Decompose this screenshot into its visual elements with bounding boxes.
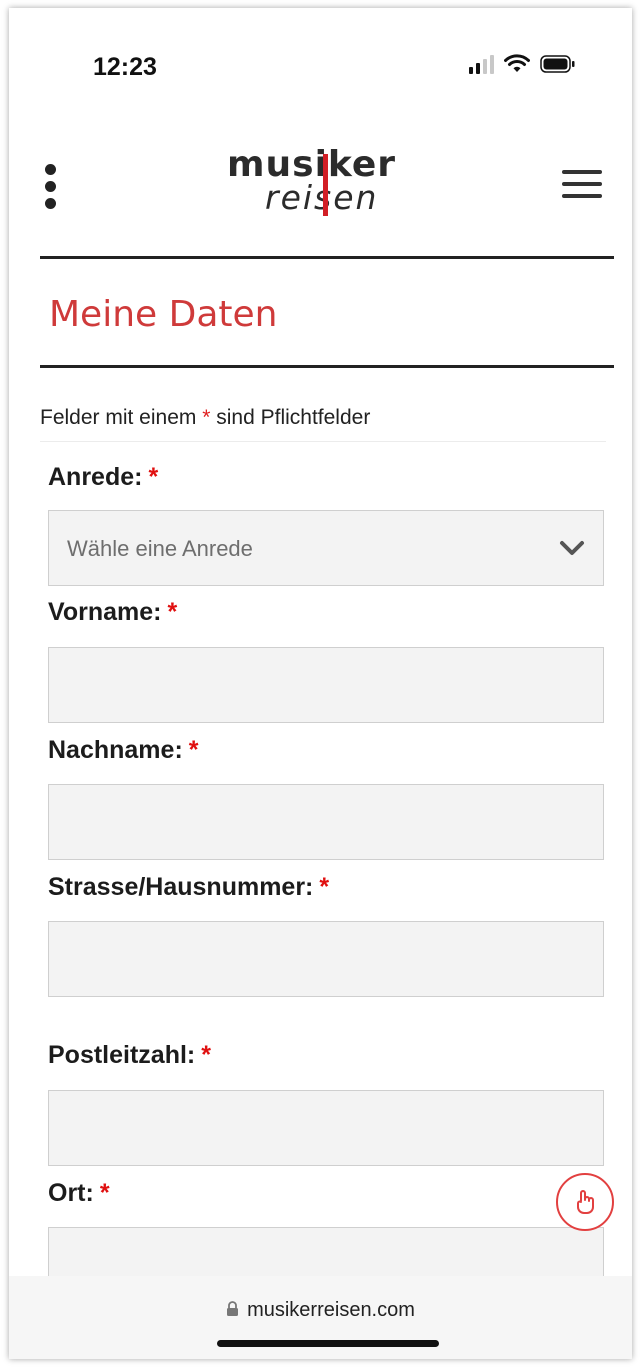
hand-pointer-icon bbox=[577, 1190, 594, 1214]
url-display[interactable]: musikerreisen.com bbox=[9, 1299, 632, 1322]
required-fields-note: Felder mit einem * sind Pflichtfelder bbox=[40, 406, 370, 430]
logo-text-bottom: reisen bbox=[265, 178, 379, 217]
required-note-text-2: sind Pflichtfelder bbox=[210, 406, 371, 429]
required-star: * bbox=[188, 736, 199, 764]
anrede-label: Anrede: * bbox=[48, 463, 158, 492]
vorname-label: Vorname: * bbox=[48, 598, 177, 627]
url-text: musikerreisen.com bbox=[247, 1299, 415, 1321]
strasse-input[interactable] bbox=[48, 921, 604, 997]
nachname-label-text: Nachname: bbox=[48, 736, 183, 764]
strasse-label-text: Strasse/Hausnummer: bbox=[48, 873, 314, 901]
plz-label-text: Postleitzahl: bbox=[48, 1041, 196, 1069]
anrede-label-text: Anrede: bbox=[48, 463, 143, 491]
browser-address-bar[interactable]: musikerreisen.com bbox=[9, 1276, 632, 1359]
site-logo[interactable]: musiker reisen bbox=[227, 144, 395, 224]
strasse-label: Strasse/Hausnummer: * bbox=[48, 873, 329, 902]
kebab-menu-icon[interactable] bbox=[45, 164, 56, 209]
page-title: Meine Daten bbox=[49, 294, 278, 335]
vorname-input[interactable] bbox=[48, 647, 604, 723]
phone-screen: 12:23 musiker reisen Meine Daten Felder … bbox=[9, 8, 632, 1359]
hand-pointer-button[interactable] bbox=[556, 1173, 614, 1231]
required-star: * bbox=[148, 463, 159, 491]
battery-icon bbox=[540, 54, 576, 74]
anrede-select-placeholder: Wähle eine Anrede bbox=[67, 536, 253, 561]
required-star: * bbox=[167, 598, 178, 626]
note-divider bbox=[40, 441, 606, 442]
lock-icon bbox=[227, 1301, 239, 1316]
plz-input[interactable] bbox=[48, 1090, 604, 1166]
title-divider bbox=[40, 365, 614, 368]
status-time: 12:23 bbox=[93, 53, 157, 81]
required-star: * bbox=[319, 873, 330, 901]
wifi-icon bbox=[504, 54, 530, 74]
required-star: * bbox=[99, 1179, 110, 1207]
cellular-signal-icon bbox=[469, 54, 494, 74]
required-star: * bbox=[201, 1041, 211, 1069]
anrede-select[interactable]: Wähle eine Anrede bbox=[48, 510, 604, 586]
logo-red-bar bbox=[323, 154, 328, 216]
header-divider bbox=[40, 256, 614, 259]
required-note-text-1: Felder mit einem bbox=[40, 406, 203, 429]
home-indicator[interactable] bbox=[217, 1340, 439, 1347]
chevron-down-icon bbox=[560, 541, 584, 555]
ort-label: Ort: * bbox=[48, 1179, 110, 1208]
nachname-input[interactable] bbox=[48, 784, 604, 860]
ort-label-text: Ort: bbox=[48, 1179, 94, 1207]
vorname-label-text: Vorname: bbox=[48, 598, 162, 626]
nachname-label: Nachname: * bbox=[48, 736, 199, 765]
status-icons bbox=[469, 54, 576, 74]
hamburger-menu-icon[interactable] bbox=[562, 170, 602, 198]
plz-label: Postleitzahl: * bbox=[48, 1041, 211, 1070]
